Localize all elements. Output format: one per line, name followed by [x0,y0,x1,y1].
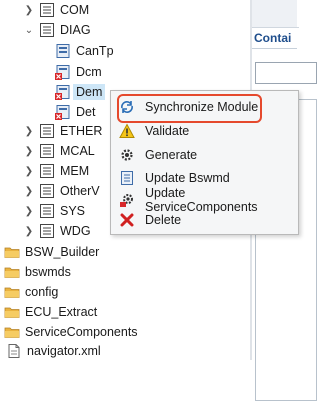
tree-item-label: MEM [60,164,90,178]
tree-item-det[interactable]: Det [55,102,95,122]
tree-item-bswmds[interactable]: bswmds [4,262,71,282]
tree-item-mem[interactable]: MEM [39,161,89,181]
tree-item-navigator-xml[interactable]: navigator.xml [6,341,101,361]
menu-item-label: Update Bswmd [145,170,230,185]
config-module-error-icon [55,104,71,120]
expand-arrow-icon[interactable]: ❯ [24,181,34,201]
containers-tab[interactable]: Contai [252,27,299,48]
module-list-icon [39,183,55,199]
folder-icon [4,244,20,260]
tree-item-label: navigator.xml [27,344,101,358]
tree-item-label: ETHER [60,124,103,138]
tree-item-label: COM [60,3,90,17]
expand-arrow-icon[interactable]: ❯ [24,121,34,141]
menu-item-delete[interactable]: Delete [111,209,298,230]
tree-item-ether[interactable]: ETHER [39,121,102,141]
module-list-icon [39,2,55,18]
folder-icon [4,264,20,280]
tree-item-label: Dem [73,84,106,100]
tree-item-dcm[interactable]: Dcm [55,62,102,82]
service-gear-icon [119,192,135,208]
tree-item-cantp[interactable]: CanTp [55,41,114,61]
tree-item-diag[interactable]: DIAG [39,20,91,40]
menu-item-label: Generate [145,147,198,162]
highlight-annotation [117,94,262,123]
config-module-icon [55,43,71,59]
menu-item-generate[interactable]: Generate [111,144,298,165]
expand-arrow-icon[interactable]: ❯ [24,141,34,161]
tree-item-mcal[interactable]: MCAL [39,141,95,161]
module-list-icon [39,123,55,139]
tree-item-label: bswmds [25,265,71,279]
delete-icon [119,212,135,228]
expand-arrow-icon[interactable]: ❯ [24,221,34,241]
expand-arrow-icon[interactable]: ❯ [24,201,34,221]
tree-item-label: WDG [60,224,91,238]
expand-arrow-icon[interactable]: ❯ [24,161,34,181]
tree-item-servicecomponents[interactable]: ServiceComponents [4,322,138,342]
tree-item-ecu-extract[interactable]: ECU_Extract [4,302,97,322]
tree-item-bsw-builder[interactable]: BSW_Builder [4,242,99,262]
tree-item-otherv[interactable]: OtherV [39,181,100,201]
warning-icon [119,122,135,139]
folder-icon [4,284,20,300]
module-list-icon [39,203,55,219]
expand-arrow-icon[interactable]: ❯ [24,0,34,20]
module-list-icon [39,22,55,38]
tree-item-config[interactable]: config [4,282,58,302]
filter-input[interactable] [255,62,317,84]
tree-item-label: SYS [60,204,86,218]
tree-item-label: ServiceComponents [25,325,138,339]
module-list-icon [39,143,55,159]
tree-item-label: Dcm [76,65,102,79]
tree-item-label: ECU_Extract [25,305,98,319]
module-list-icon [39,163,55,179]
xml-file-icon [6,343,22,359]
menu-item-label: Delete [145,212,182,227]
config-module-error-icon [55,84,71,100]
folder-icon [4,324,20,340]
collapse-arrow-icon[interactable]: ⌄ [24,20,34,40]
document-icon [119,170,135,186]
tree-item-dem[interactable]: Dem [55,82,106,102]
tree-item-label: DIAG [60,23,91,37]
generate-gear-icon [119,147,135,163]
tree-item-wdg[interactable]: WDG [39,221,91,241]
menu-item-update-servicecomponents[interactable]: Update ServiceComponents [111,186,298,214]
tree-item-label: OtherV [60,184,100,198]
tree-item-label: config [25,285,59,299]
folder-icon [4,304,20,320]
tree-item-label: MCAL [60,144,95,158]
tree-item-label: Det [76,105,96,119]
tree-item-label: CanTp [76,44,114,58]
menu-item-validate[interactable]: Validate [111,120,298,141]
tree-item-label: BSW_Builder [25,245,100,259]
module-list-icon [39,223,55,239]
config-module-error-icon [55,64,71,80]
tree-item-sys[interactable]: SYS [39,201,85,221]
menu-item-label: Validate [145,123,190,138]
tree-item-com[interactable]: COM [39,0,89,20]
